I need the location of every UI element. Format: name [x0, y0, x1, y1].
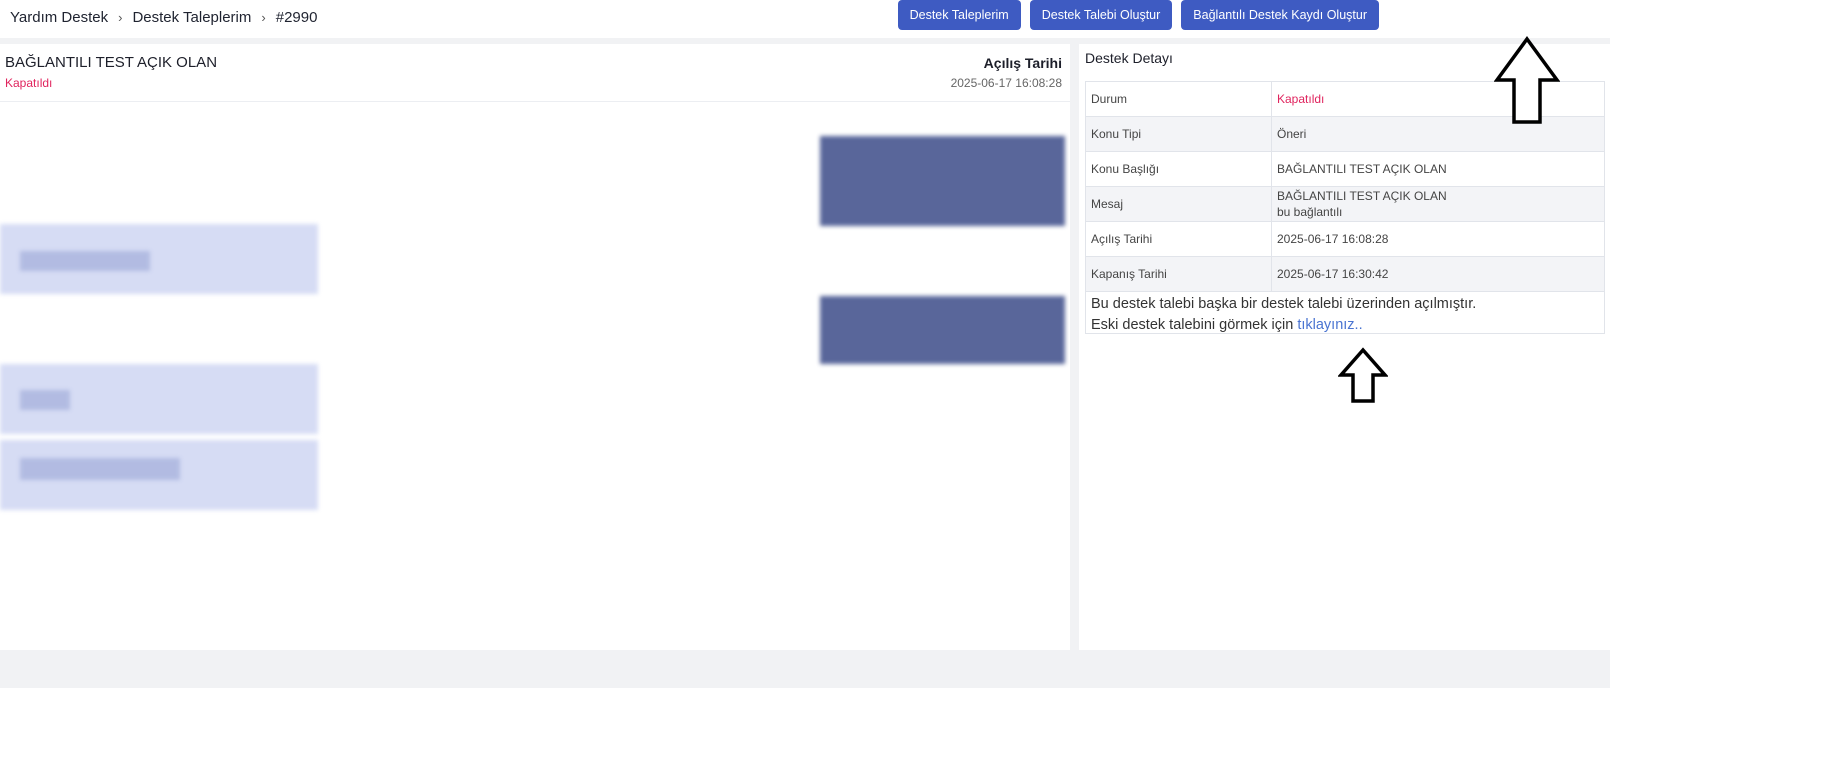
ticket-header: BAĞLANTILI TEST AÇIK OLAN Kapatıldı Açıl…: [0, 44, 1070, 102]
detail-title: Destek Detayı: [1085, 50, 1173, 66]
detail-value: BAĞLANTILI TEST AÇIK OLAN: [1271, 151, 1605, 187]
detail-value-message: BAĞLANTILI TEST AÇIK OLAN bu bağlantılı: [1271, 186, 1605, 222]
top-bar: Yardım Destek › Destek Taleplerim › #299…: [0, 0, 1610, 38]
create-linked-ticket-button[interactable]: Bağlantılı Destek Kaydı Oluştur: [1181, 0, 1379, 30]
detail-key: Kapanış Tarihi: [1085, 256, 1272, 292]
arrow-up-icon: [1494, 36, 1560, 124]
message-blurred-right: [820, 296, 1065, 364]
breadcrumb-ticket-id: #2990: [275, 8, 318, 26]
table-row: Kapanış Tarihi 2025-06-17 16:30:42: [1085, 256, 1605, 292]
detail-key: Konu Başlığı: [1085, 151, 1272, 187]
opening-date-value: 2025-06-17 16:08:28: [950, 76, 1062, 90]
ticket-title: BAĞLANTILI TEST AÇIK OLAN: [5, 54, 218, 71]
note-line: Bu destek talebi başka bir destek talebi…: [1091, 296, 1477, 312]
breadcrumb-yardim-destek[interactable]: Yardım Destek: [10, 9, 108, 26]
message-line: bu bağlantılı: [1277, 205, 1343, 219]
ticket-status-badge: Kapatıldı: [5, 76, 53, 90]
breadcrumb-destek-taleplerim[interactable]: Destek Taleplerim: [132, 9, 251, 26]
breadcrumb-separator: ›: [261, 9, 266, 25]
note-text: Eski destek talebini görmek için: [1091, 317, 1294, 333]
message-blurred-left-line: [20, 458, 180, 480]
detail-value: 2025-06-17 16:30:42: [1271, 256, 1605, 292]
table-row: Mesaj BAĞLANTILI TEST AÇIK OLAN bu bağla…: [1085, 186, 1605, 222]
table-row: Açılış Tarihi 2025-06-17 16:08:28: [1085, 221, 1605, 257]
old-ticket-link[interactable]: tıklayınız..: [1297, 317, 1362, 333]
detail-key: Açılış Tarihi: [1085, 221, 1272, 257]
table-row: Konu Başlığı BAĞLANTILI TEST AÇIK OLAN: [1085, 151, 1605, 187]
conversation-panel: BAĞLANTILI TEST AÇIK OLAN Kapatıldı Açıl…: [0, 44, 1070, 650]
opening-date-label: Açılış Tarihi: [983, 55, 1062, 71]
top-actions: Destek Taleplerim Destek Talebi Oluştur …: [897, 0, 1379, 30]
breadcrumb-separator: ›: [118, 9, 123, 25]
detail-key: Mesaj: [1085, 186, 1272, 222]
create-ticket-button[interactable]: Destek Talebi Oluştur: [1029, 0, 1173, 30]
detail-key: Durum: [1085, 81, 1272, 117]
message-line: BAĞLANTILI TEST AÇIK OLAN: [1277, 189, 1447, 203]
my-tickets-button[interactable]: Destek Taleplerim: [897, 0, 1021, 30]
note-line: Eski destek talebini görmek için tıklayı…: [1091, 315, 1599, 336]
message-blurred-left-line: [20, 251, 150, 271]
arrow-up-icon: [1338, 347, 1388, 403]
detail-value: 2025-06-17 16:08:28: [1271, 221, 1605, 257]
message-blurred-left-line: [20, 390, 70, 410]
breadcrumb: Yardım Destek › Destek Taleplerim › #299…: [10, 6, 317, 28]
detail-key: Konu Tipi: [1085, 116, 1272, 152]
linked-ticket-note: Bu destek talebi başka bir destek talebi…: [1085, 291, 1605, 334]
message-blurred-right: [820, 136, 1065, 226]
